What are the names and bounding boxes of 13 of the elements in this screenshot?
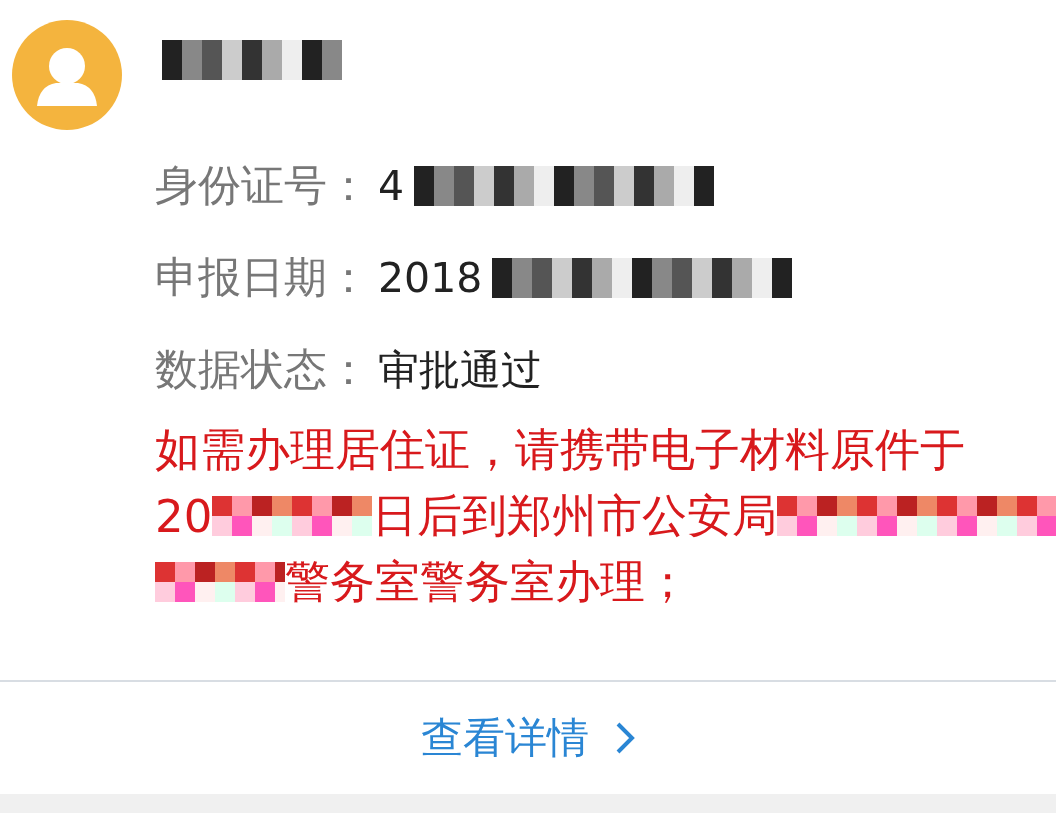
notice-text: 如需办理居住证，请携带电子材料原件于 xyxy=(155,422,965,478)
field-value: 2018 xyxy=(378,254,483,302)
notice-text: 日后到郑州市公安局 xyxy=(371,488,777,544)
avatar-icon xyxy=(12,20,122,130)
details-link[interactable]: 查看详情 xyxy=(421,710,589,766)
field-label: 申报日期： xyxy=(155,251,370,304)
field-value: 审批通过 xyxy=(378,344,542,396)
field-label: 身份证号： xyxy=(155,159,370,212)
field-label: 数据状态： xyxy=(155,343,370,396)
notice-text: 警务室警务室办理； xyxy=(285,554,690,610)
chevron-right-icon xyxy=(615,721,635,755)
field-value: 4 xyxy=(378,162,405,210)
notice-text: 20 xyxy=(155,489,213,543)
